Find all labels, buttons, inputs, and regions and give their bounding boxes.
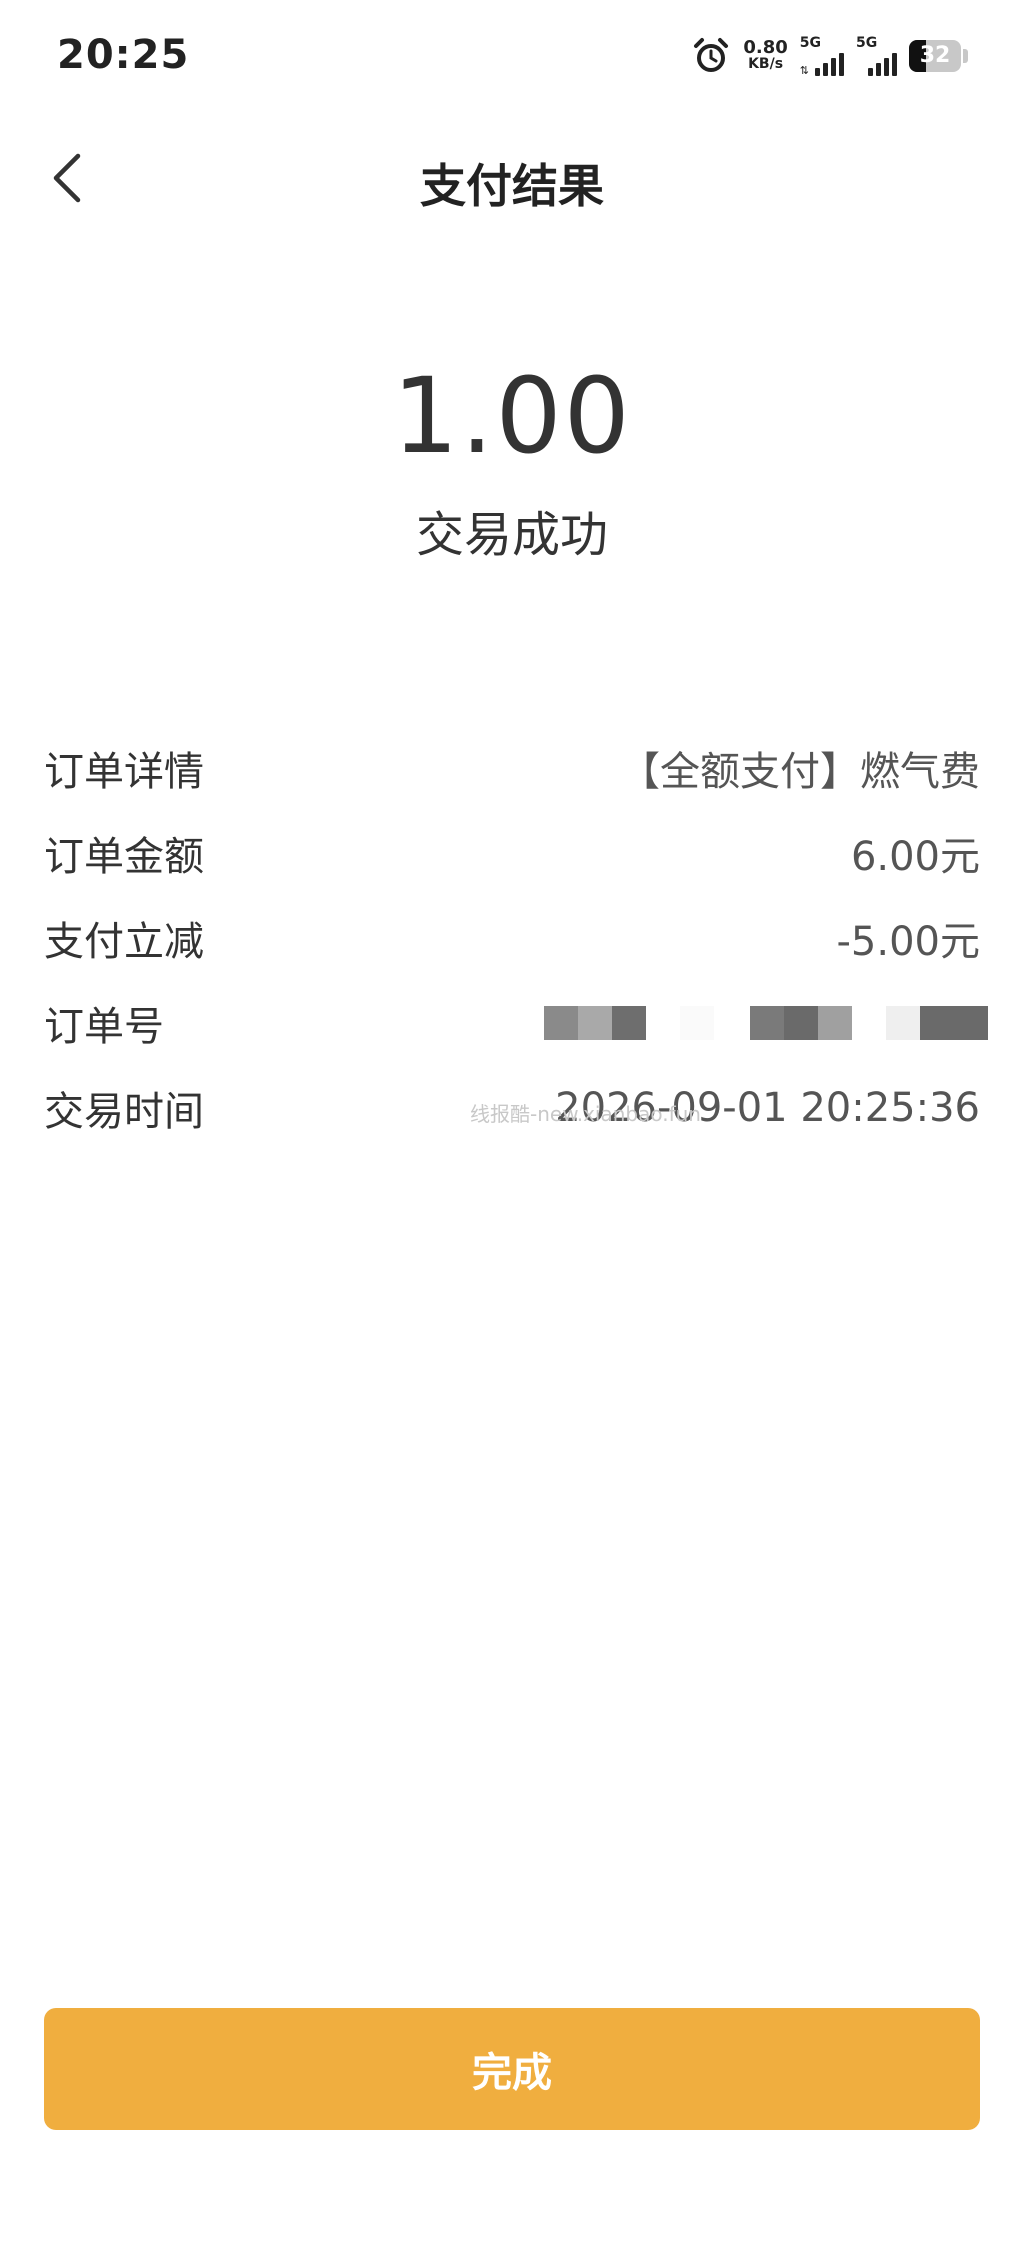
sim2-network-type: 5G [856, 35, 878, 51]
order-amount-value: 6.00元 [850, 833, 980, 880]
order-detail-label: 订单详情 [44, 748, 204, 795]
data-transfer-arrows-icon: ⇅ [799, 64, 809, 77]
order-detail-row: 订单详情 【全额支付】燃气费 [44, 725, 980, 810]
status-bar: 20:25 0.80 KB/s 5G ⇅ 5G 32 [0, 0, 1024, 110]
order-number-masked [544, 1005, 988, 1040]
signal-sim2: 5G [856, 36, 897, 76]
done-button[interactable]: 完成 [44, 2008, 980, 2130]
signal-bars-icon [868, 53, 897, 76]
order-number-label: 订单号 [44, 1003, 164, 1050]
header: 支付结果 [0, 120, 1024, 240]
transaction-status: 交易成功 [415, 507, 608, 563]
status-time: 20:25 [57, 32, 190, 78]
sim1-network-type: 5G [799, 35, 822, 51]
discount-label: 支付立减 [44, 918, 204, 965]
discount-value: -5.00元 [836, 918, 981, 965]
watermark: 线报酷-new.xianbao.fun [470, 1102, 701, 1126]
order-amount-label: 订单金额 [44, 833, 204, 880]
order-number-row: 订单号 [44, 980, 988, 1065]
battery-icon: 32 [909, 40, 961, 72]
signal-bars-icon [815, 53, 844, 76]
network-speed: 0.80 KB/s [743, 39, 787, 73]
alarm-clock-icon [694, 38, 729, 72]
network-speed-unit: KB/s [748, 56, 784, 72]
payment-amount: 1.00 [392, 355, 632, 477]
network-speed-value: 0.80 [743, 37, 788, 58]
trade-time-label: 交易时间 [44, 1088, 204, 1135]
status-icons: 0.80 KB/s 5G ⇅ 5G 32 [691, 34, 968, 78]
order-details: 订单详情 【全额支付】燃气费 订单金额 6.00元 支付立减 -5.00元 订单… [44, 725, 988, 1150]
signal-sim1: 5G ⇅ [800, 36, 844, 76]
battery-tip [963, 49, 968, 63]
order-amount-row: 订单金额 6.00元 [44, 810, 980, 895]
discount-row: 支付立减 -5.00元 [44, 895, 980, 980]
battery-level: 32 [919, 43, 951, 68]
order-detail-value: 【全额支付】燃气费 [620, 748, 980, 795]
page-title: 支付结果 [420, 159, 604, 213]
